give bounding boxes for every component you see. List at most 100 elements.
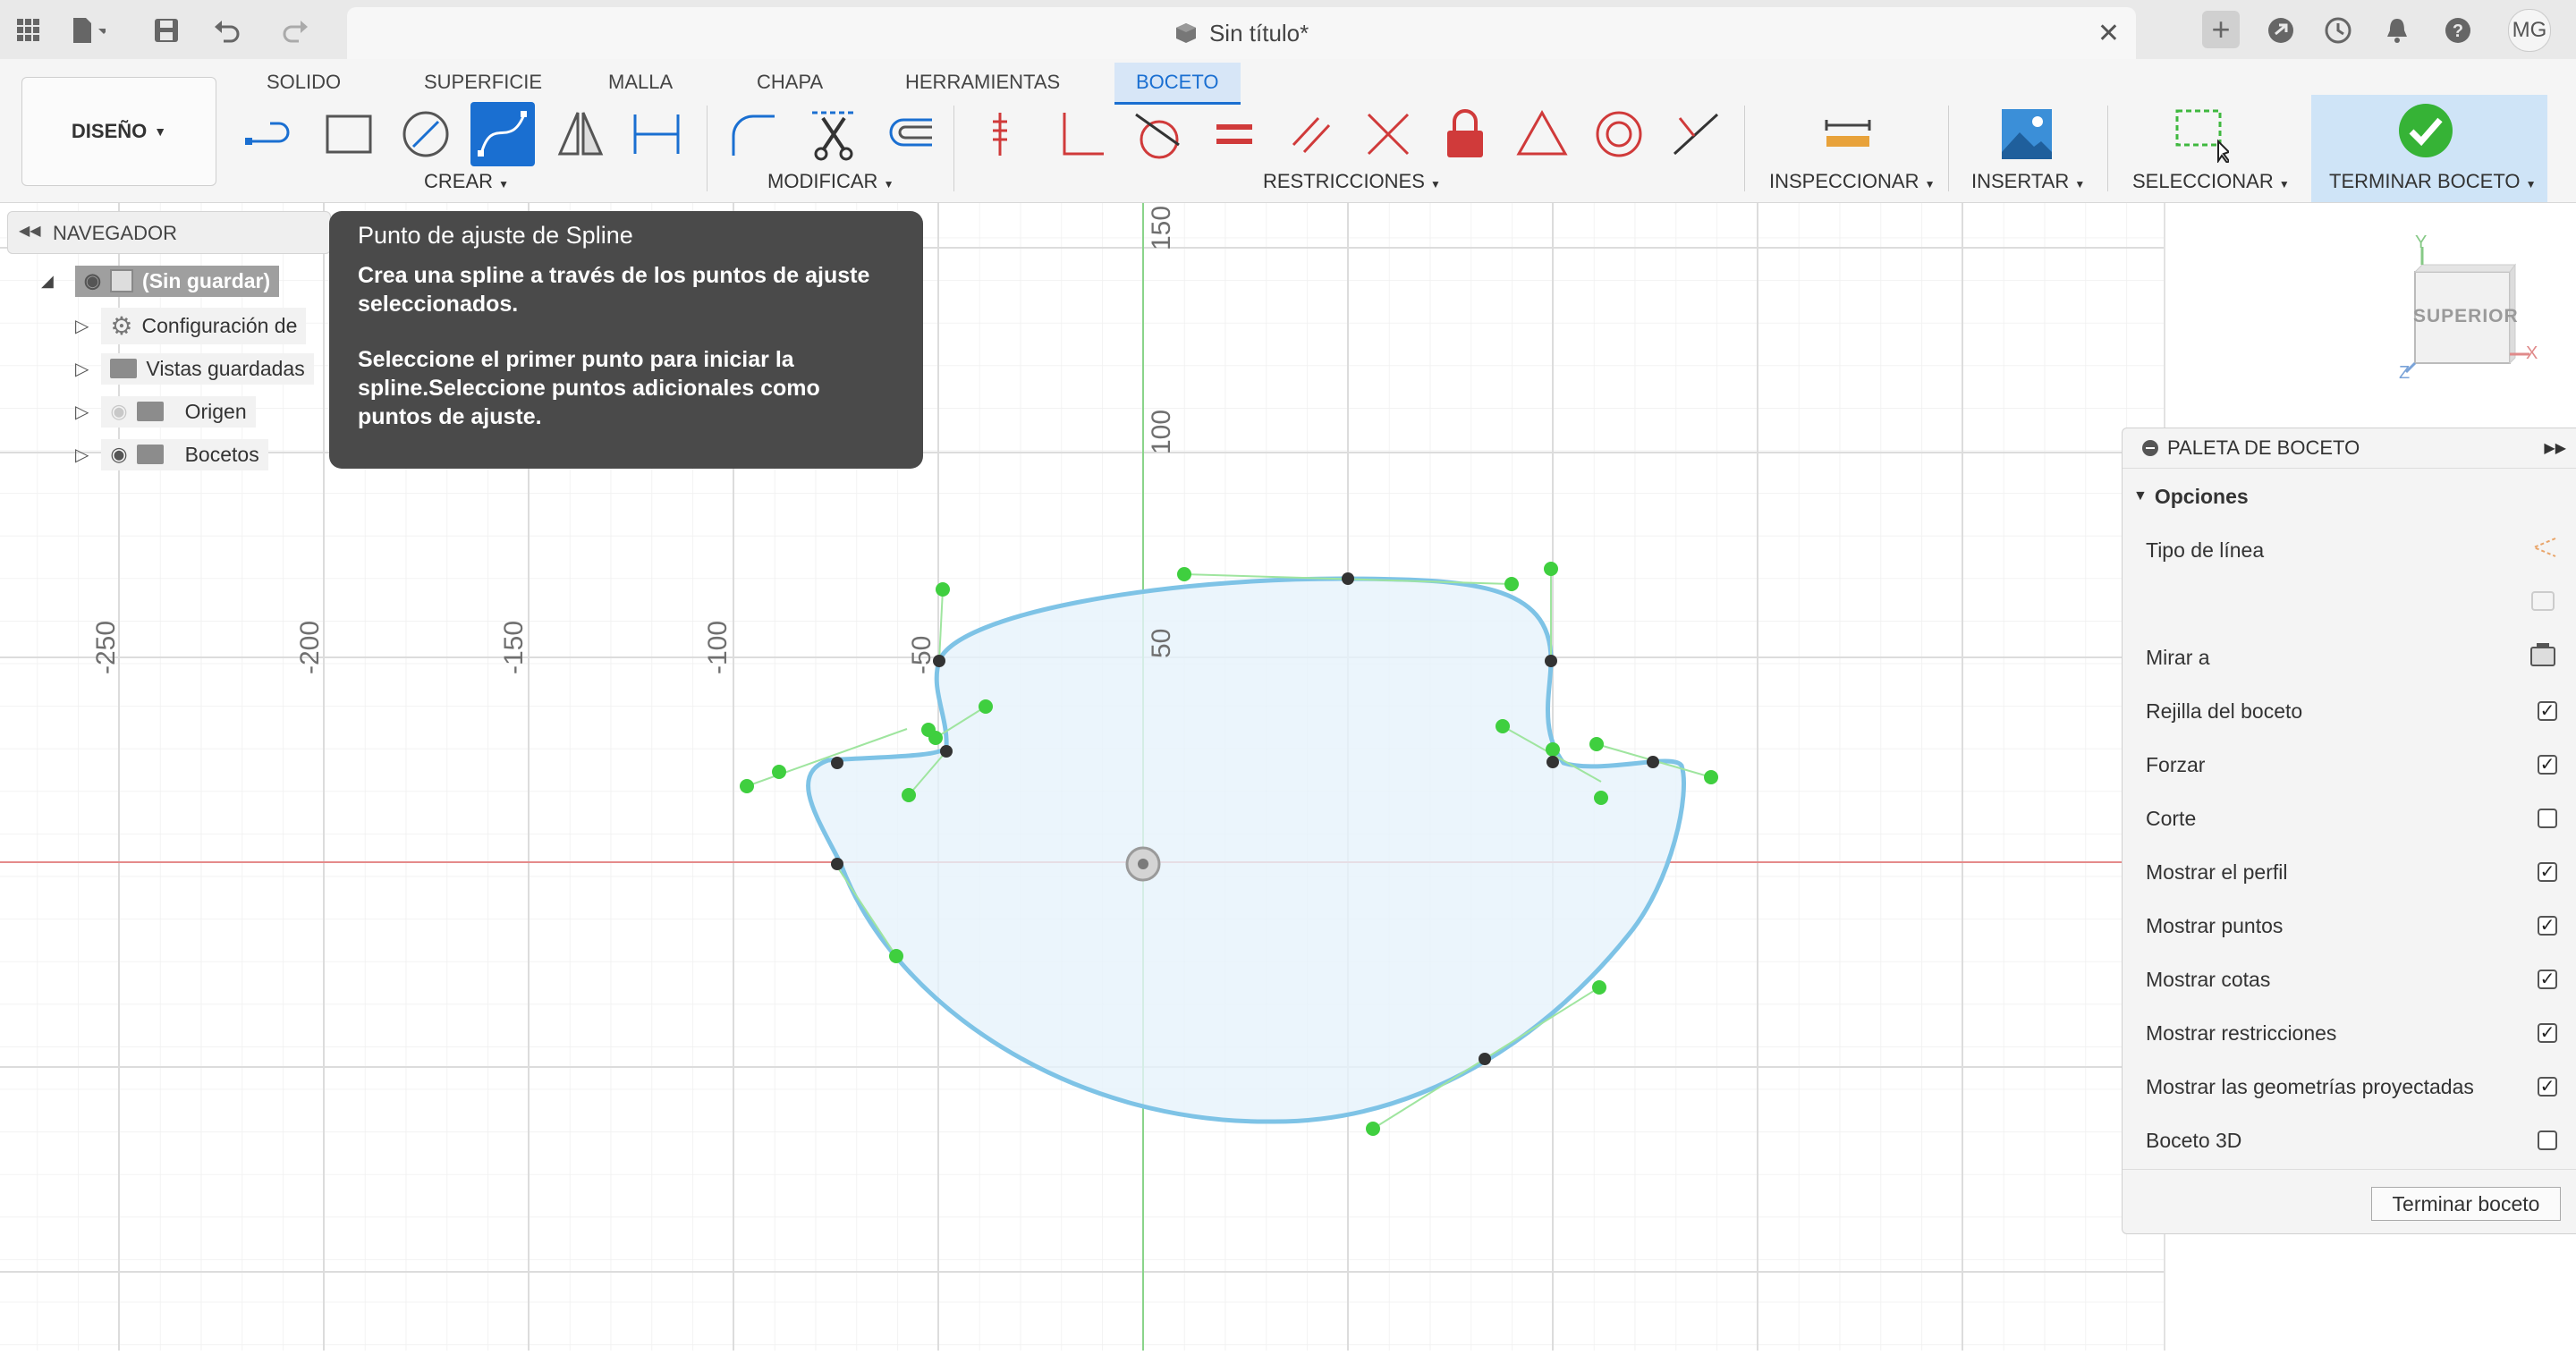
construction-line-icon[interactable]	[2529, 533, 2557, 567]
rejilla-checkbox[interactable]: ✓	[2538, 701, 2557, 721]
nav-item-label: Bocetos	[184, 442, 259, 466]
nav-item-bocetos[interactable]: ▷ ◉ Bocetos	[75, 435, 268, 474]
checkmark-icon[interactable]	[2397, 102, 2454, 164]
palette-header[interactable]: PALETA DE BOCETO ▶▶	[2123, 428, 2576, 468]
plus-icon[interactable]: +	[2202, 11, 2240, 48]
navigator-header[interactable]: ◀◀ NAVEGADOR	[7, 211, 331, 254]
perpendicular-constraint-icon[interactable]	[1048, 102, 1113, 166]
eye-hidden-icon[interactable]: ◉	[110, 400, 127, 423]
options-section-header[interactable]: ▼ Opciones	[2133, 478, 2545, 514]
finish-sketch-group[interactable]: TERMINAR BOCETO ▼	[2311, 95, 2547, 202]
dimension-tool-icon[interactable]	[624, 102, 689, 166]
user-avatar[interactable]: MG	[2508, 9, 2551, 52]
workspace-dropdown[interactable]: DISEÑO ▼	[21, 77, 216, 186]
boceto-3d-checkbox[interactable]	[2538, 1131, 2557, 1150]
origin-point[interactable]	[1125, 846, 1161, 882]
group-seleccionar-dropdown[interactable]: SELECCIONAR ▼	[2132, 170, 2290, 193]
workspace-label: DISEÑO	[71, 120, 148, 142]
rectangle-tool-icon[interactable]	[317, 102, 381, 166]
close-icon[interactable]: ✕	[2097, 18, 2120, 49]
corte-checkbox[interactable]	[2538, 809, 2557, 828]
offset-tool-icon[interactable]	[877, 102, 941, 166]
midpoint-constraint-icon[interactable]	[1664, 102, 1728, 166]
minimize-icon[interactable]	[2142, 440, 2158, 456]
expand-icon[interactable]: ▶▶	[2544, 439, 2566, 457]
mostrar-restricciones-checkbox[interactable]: ✓	[2538, 1023, 2557, 1043]
look-at-icon[interactable]	[2529, 640, 2557, 674]
parallel-constraint-icon[interactable]	[1279, 102, 1343, 166]
group-restricciones-dropdown[interactable]: RESTRICCIONES ▼	[1263, 170, 1441, 193]
notifications-icon[interactable]	[2379, 13, 2415, 48]
mostrar-puntos-checkbox[interactable]: ✓	[2538, 916, 2557, 936]
x-axis-tick-label: -150	[499, 620, 529, 674]
tab-boceto[interactable]: BOCETO	[1114, 63, 1241, 105]
nav-root-item[interactable]: ◢ ◉ (Sin guardar)	[41, 261, 280, 301]
geometrias-proyectadas-checkbox[interactable]: ✓	[2538, 1077, 2557, 1097]
forzar-checkbox[interactable]: ✓	[2538, 755, 2557, 775]
group-inspeccionar-dropdown[interactable]: INSPECCIONAR ▼	[1769, 170, 1936, 193]
history-icon[interactable]	[2320, 13, 2356, 48]
fix-constraint-icon[interactable]	[1433, 102, 1497, 166]
collinear-constraint-icon[interactable]	[1356, 102, 1420, 166]
file-icon[interactable]	[70, 13, 106, 48]
tab-chapa[interactable]: CHAPA	[757, 63, 823, 102]
caret-down-icon[interactable]: ▼	[2133, 488, 2148, 504]
equal-constraint-icon[interactable]	[1202, 102, 1267, 166]
chevron-down-icon: ▼	[154, 124, 167, 139]
expand-right-icon[interactable]: ▷	[75, 401, 89, 423]
expand-right-icon[interactable]: ▷	[75, 444, 89, 466]
coincident-constraint-icon[interactable]	[971, 102, 1036, 166]
option-label: Mirar a	[2146, 645, 2210, 669]
group-terminar-dropdown[interactable]: TERMINAR BOCETO ▼	[2329, 170, 2537, 193]
nav-item-configuracion[interactable]: ▷ ⚙ Configuración de	[75, 306, 307, 345]
finish-sketch-button[interactable]: Terminar boceto	[2371, 1187, 2561, 1221]
measure-icon[interactable]	[1816, 102, 1880, 166]
redo-icon[interactable]	[279, 13, 315, 48]
centerline-icon[interactable]	[2529, 587, 2557, 621]
option-label: Boceto 3D	[2146, 1128, 2242, 1152]
group-inspeccionar-label: INSPECCIONAR	[1769, 170, 1919, 192]
concentric-constraint-icon[interactable]	[1587, 102, 1651, 166]
triangle-constraint-icon[interactable]	[1510, 102, 1574, 166]
expand-right-icon[interactable]: ▷	[75, 315, 89, 337]
nav-item-origen[interactable]: ▷ ◉ Origen	[75, 392, 256, 431]
eye-icon[interactable]: ◉	[110, 443, 127, 466]
undo-icon[interactable]	[211, 13, 247, 48]
mostrar-cotas-checkbox[interactable]: ✓	[2538, 970, 2557, 989]
viewcube-face-label[interactable]: SUPERIOR	[2413, 306, 2518, 327]
group-crear-dropdown[interactable]: CREAR ▼	[424, 170, 509, 193]
select-window-icon[interactable]	[2168, 102, 2233, 166]
option-corte: Corte	[2146, 800, 2557, 836]
nav-item-vistas[interactable]: ▷ Vistas guardadas	[75, 349, 314, 388]
document-title: Sin título*	[1208, 20, 1309, 47]
view-cube[interactable]: SUPERIOR Y X Z	[2379, 233, 2540, 390]
group-insertar-dropdown[interactable]: INSERTAR ▼	[1971, 170, 2085, 193]
tab-herramientas[interactable]: HERRAMIENTAS	[905, 63, 1060, 102]
save-icon[interactable]	[148, 13, 184, 48]
group-modificar-dropdown[interactable]: MODIFICAR ▼	[767, 170, 894, 193]
spline-tool-icon[interactable]	[470, 102, 535, 166]
extensions-icon[interactable]	[2263, 13, 2299, 48]
nav-item-label: Vistas guardadas	[146, 356, 305, 380]
tooltip-title: Punto de ajuste de Spline	[358, 222, 633, 249]
collapse-icon[interactable]: ◀◀	[19, 222, 41, 240]
circle-tool-icon[interactable]	[394, 102, 458, 166]
mostrar-perfil-checkbox[interactable]: ✓	[2538, 862, 2557, 882]
tab-malla[interactable]: MALLA	[608, 63, 673, 102]
trim-tool-icon[interactable]	[801, 102, 866, 166]
expand-right-icon[interactable]: ▷	[75, 358, 89, 380]
tab-superficie[interactable]: SUPERFICIE	[424, 63, 542, 102]
help-icon[interactable]: ?	[2440, 13, 2476, 48]
mirror-tool-icon[interactable]	[547, 102, 612, 166]
document-tab[interactable]: Sin título* ✕	[347, 7, 2136, 59]
expand-down-icon[interactable]: ◢	[41, 272, 54, 291]
toolbar-divider	[2107, 106, 2108, 191]
fillet-tool-icon[interactable]	[721, 102, 785, 166]
tooltip-description: Crea una spline a través de los puntos d…	[358, 263, 870, 317]
apps-grid-icon[interactable]	[11, 13, 47, 48]
line-tool-icon[interactable]	[240, 102, 304, 166]
tab-solido[interactable]: SOLIDO	[267, 63, 341, 102]
eye-icon[interactable]: ◉	[84, 269, 101, 292]
tangent-constraint-icon[interactable]	[1125, 102, 1190, 166]
insert-image-icon[interactable]	[1995, 102, 2059, 166]
